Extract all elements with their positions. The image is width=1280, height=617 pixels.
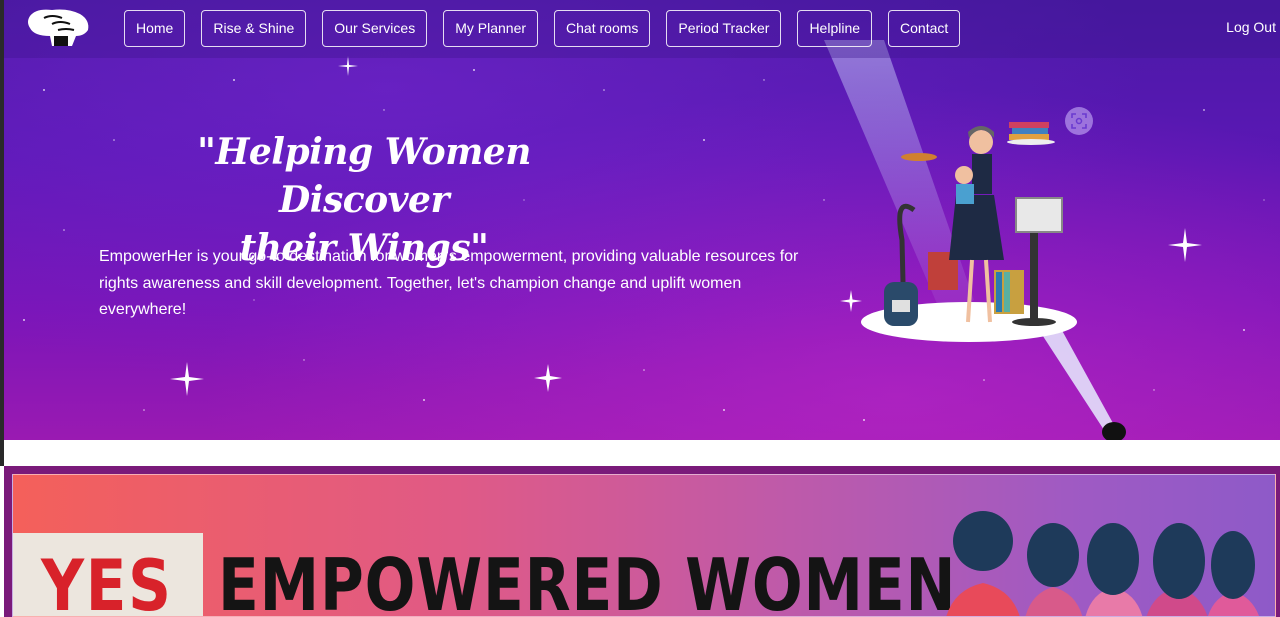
group-of-women-illustration [946,511,1259,616]
top-navbar: Home Rise & Shine Our Services My Planne… [4,0,1280,58]
section-divider [0,440,1280,466]
nav-contact[interactable]: Contact [888,10,961,47]
hero-section: "Helping Women Discover their Wings" Emp… [0,0,1280,440]
sparkle-icon [534,364,562,392]
nav-helpline[interactable]: Helpline [797,10,873,47]
multitasking-woman-illustration [861,122,1077,342]
nav-links: Home Rise & Shine Our Services My Planne… [124,10,976,47]
banner-headline: EMPOWERED WOMEN [218,543,957,617]
hero-description: EmpowerHer is your go-to destination for… [99,248,799,318]
nav-our-services[interactable]: Our Services [322,10,428,47]
empowered-women-banner: YES EMPOWERED WOMEN [12,474,1276,617]
image-scan-icon[interactable] [1065,107,1093,135]
sparkle-icon [170,362,204,396]
nav-home[interactable]: Home [124,10,186,47]
nav-period-tracker[interactable]: Period Tracker [666,10,782,47]
sparkle-icon [338,56,358,76]
nav-my-planner[interactable]: My Planner [443,10,539,47]
nav-rise-and-shine[interactable]: Rise & Shine [201,10,307,47]
logo-fist-icon[interactable] [22,6,94,48]
nav-chat-rooms[interactable]: Chat rooms [554,10,651,47]
tagline-line-1: "Helping Women Discover [197,131,531,221]
yes-text: YES [41,545,173,617]
sparkle-icon [840,290,862,312]
banner-frame: YES EMPOWERED WOMEN [4,466,1280,617]
sparkle-icon [1168,228,1202,262]
logout-link[interactable]: Log Out [1226,19,1276,35]
